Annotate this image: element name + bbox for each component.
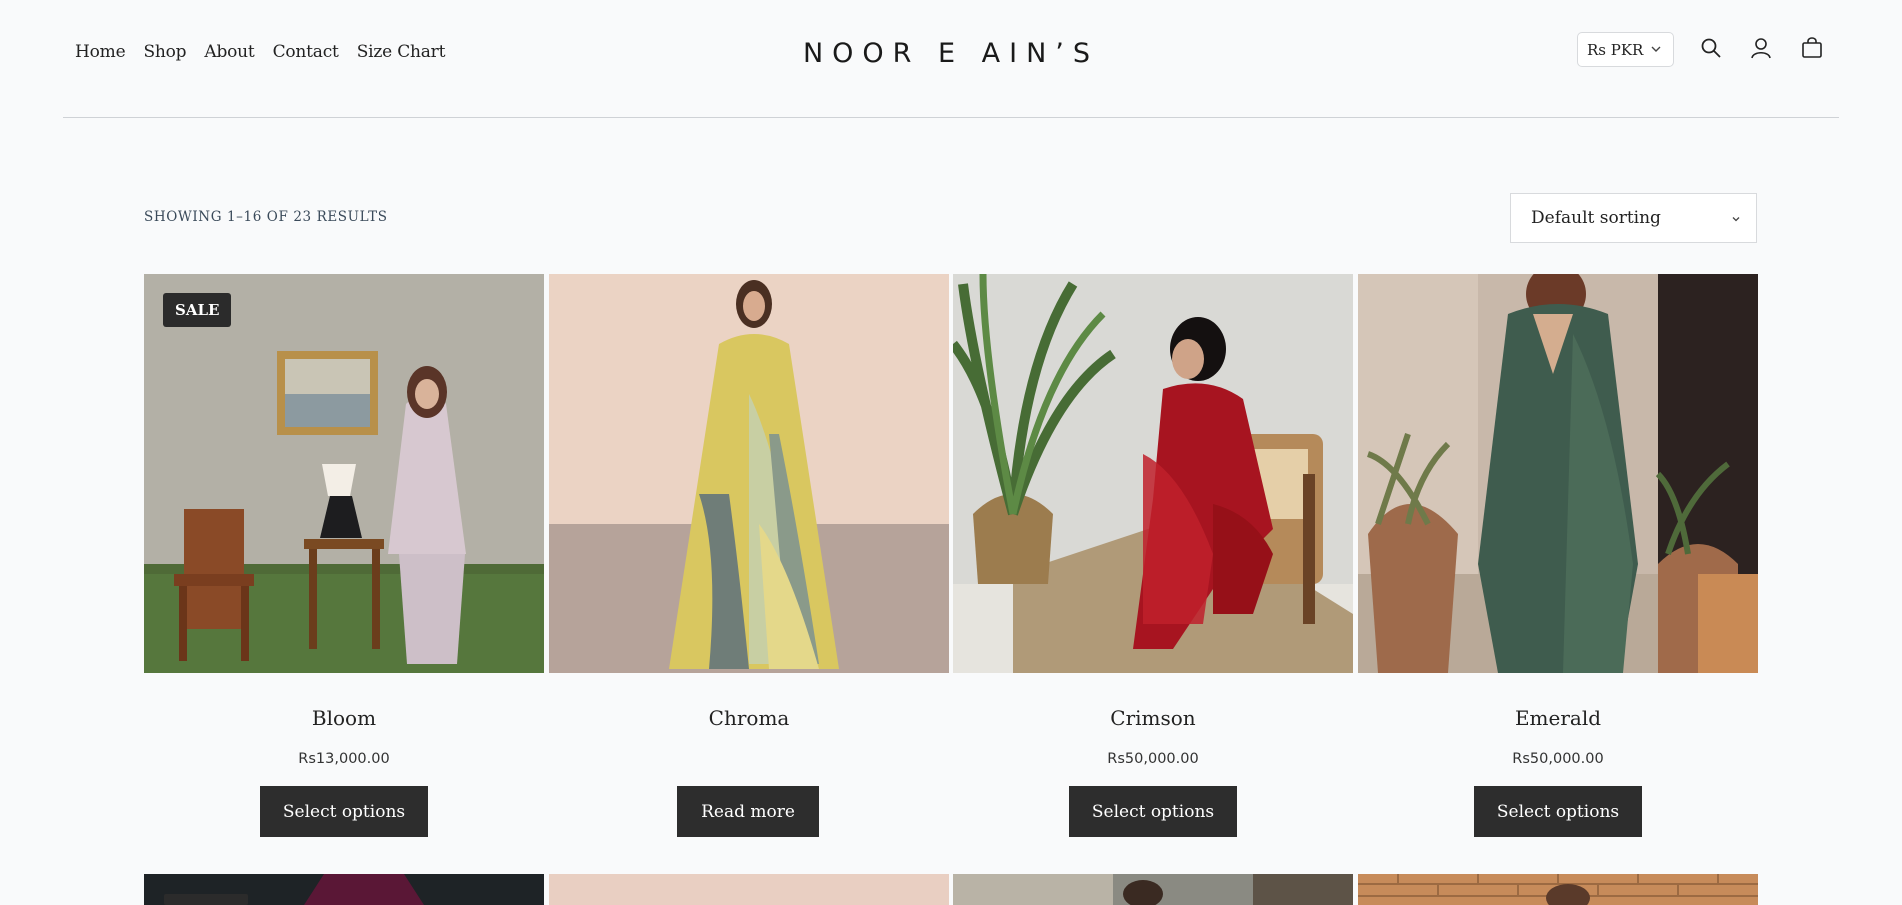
select-options-button[interactable]: Select options [1474, 786, 1642, 837]
sort-value: Default sorting [1531, 208, 1661, 228]
cart-icon[interactable] [1800, 36, 1824, 60]
product-image[interactable] [549, 274, 949, 673]
product-price: Rs50,000.00 [1107, 751, 1199, 767]
product-image[interactable] [1358, 274, 1758, 673]
product-title[interactable]: Crimson [953, 706, 1353, 730]
product-price: Rs50,000.00 [1512, 751, 1604, 767]
sorting-dropdown[interactable]: Default sorting [1510, 193, 1757, 243]
product-title[interactable]: Chroma [549, 706, 949, 730]
results-count: SHOWING 1–16 OF 23 RESULTS [144, 209, 388, 225]
search-icon[interactable] [1699, 36, 1723, 60]
product-title[interactable]: Bloom [144, 706, 544, 730]
header-divider [63, 117, 1839, 118]
product-image-partial[interactable] [1358, 874, 1758, 905]
read-more-button[interactable]: Read more [677, 786, 819, 837]
account-icon[interactable] [1749, 36, 1773, 60]
product-image[interactable]: SALE [144, 274, 544, 673]
currency-label: Rs PKR [1587, 40, 1644, 59]
sale-badge: SALE [163, 293, 232, 327]
chevron-down-icon [1732, 217, 1740, 222]
product-title[interactable]: Emerald [1358, 706, 1758, 730]
product-price: Rs13,000.00 [298, 751, 390, 767]
select-options-button[interactable]: Select options [1069, 786, 1237, 837]
product-image-partial[interactable] [549, 874, 949, 905]
currency-selector[interactable]: Rs PKR [1577, 32, 1674, 67]
product-image-partial[interactable] [144, 874, 544, 905]
product-image-partial[interactable] [953, 874, 1353, 905]
product-image[interactable] [953, 274, 1353, 673]
site-header: Home Shop About Contact Size Chart NOOR … [0, 0, 1902, 118]
chevron-down-icon [1651, 46, 1661, 52]
select-options-button[interactable]: Select options [260, 786, 428, 837]
